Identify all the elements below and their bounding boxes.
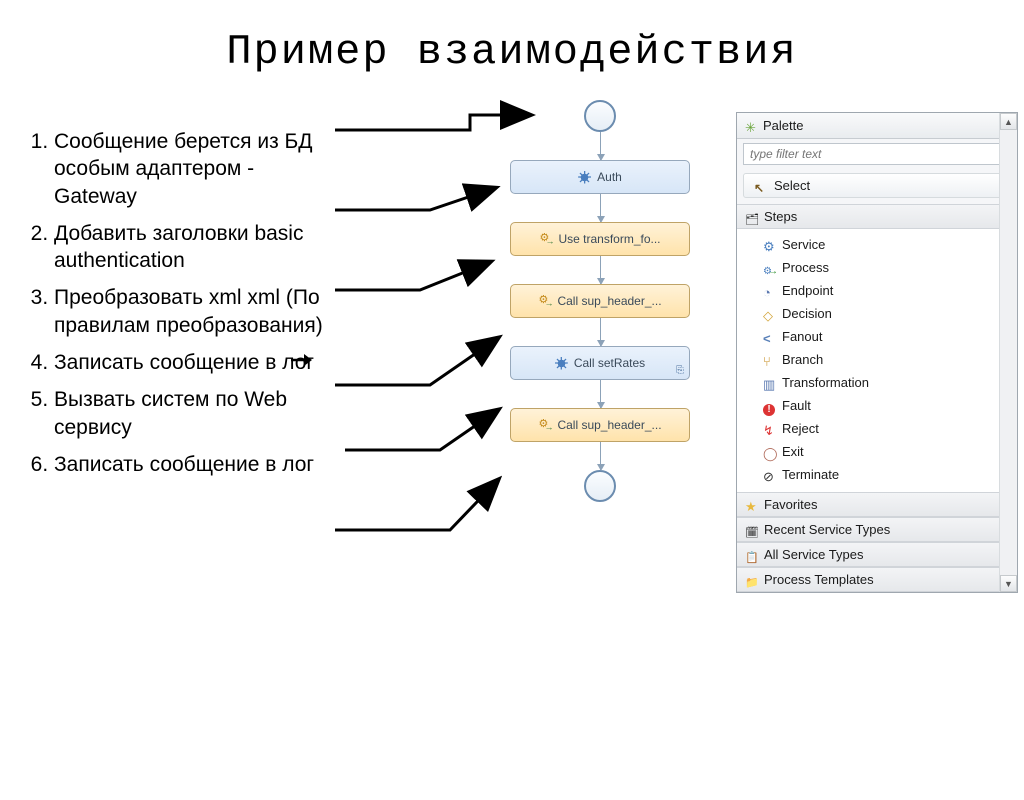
palette-item-label: Endpoint <box>782 283 833 298</box>
palette-item-label: Exit <box>782 444 804 459</box>
palette-item-label: Service <box>782 237 825 252</box>
list-item: Записать сообщение в лог <box>54 349 330 376</box>
list-item: Вызвать систем по Web сервису <box>54 386 330 441</box>
process-icon <box>763 262 775 274</box>
palette-drawer-label: All Service Types <box>764 547 863 562</box>
drawer-icon <box>745 211 757 223</box>
palette-item[interactable]: Transformation <box>737 371 1017 394</box>
list-item: Сообщение берется из БД особым адаптером… <box>54 128 330 210</box>
palette-item[interactable]: Reject <box>737 417 1017 440</box>
palette-item[interactable]: Decision <box>737 302 1017 325</box>
flow-node-label: Call sup_header_... <box>557 294 661 308</box>
section-label: Steps <box>764 209 797 224</box>
palette-item-label: Reject <box>782 421 819 436</box>
all-icon <box>745 549 757 561</box>
palette-drawer[interactable]: All Service Types <box>737 542 1017 567</box>
palette-drawer[interactable]: Recent Service Types <box>737 517 1017 542</box>
palette-item-label: Terminate <box>782 467 839 482</box>
palette-drawer[interactable]: Process Templates <box>737 567 1017 592</box>
flow-node[interactable]: Call sup_header_... <box>510 408 690 442</box>
flow-node-label: Call sup_header_... <box>557 418 661 432</box>
palette-panel: Palette ▷ Select Steps Service Process End… <box>736 112 1018 593</box>
palette-item[interactable]: Endpoint <box>737 279 1017 302</box>
palette-item[interactable]: Service <box>737 233 1017 256</box>
recent-icon <box>745 524 757 536</box>
palette-item[interactable]: Exit <box>737 440 1017 463</box>
branch-icon <box>763 354 775 366</box>
node-badge-icon: ⎘ <box>676 365 684 376</box>
palette-title: Palette <box>763 118 803 133</box>
process-icon <box>538 419 551 432</box>
reject-icon <box>763 423 775 435</box>
arrow-right-icon <box>290 352 312 368</box>
palette-item[interactable]: Fanout <box>737 325 1017 348</box>
flow-connector <box>600 318 601 346</box>
fault-icon <box>763 400 775 412</box>
process-icon <box>539 233 552 246</box>
palette-filter-input[interactable] <box>743 143 1011 165</box>
palette-drawer[interactable]: Favorites <box>737 492 1017 517</box>
palette-item[interactable]: Branch <box>737 348 1017 371</box>
gear-icon <box>555 357 568 370</box>
flow-connector <box>600 194 601 222</box>
palette-item[interactable]: Process <box>737 256 1017 279</box>
flow-node-label: Call setRates <box>574 356 645 370</box>
palette-item-label: Fanout <box>782 329 822 344</box>
list-item: Добавить заголовки basic authentication <box>54 220 330 275</box>
palette-item-label: Decision <box>782 306 832 321</box>
flow-node[interactable]: Call setRates ⎘ <box>510 346 690 380</box>
palette-select-tool[interactable]: Select <box>743 173 1011 198</box>
fanout-icon <box>763 331 775 343</box>
scroll-up-button[interactable]: ▲ <box>1000 113 1017 130</box>
palette-item-label: Fault <box>782 398 811 413</box>
palette-item[interactable]: Terminate <box>737 463 1017 486</box>
endpoint-icon <box>763 285 775 297</box>
palette-section-steps[interactable]: Steps <box>737 204 1017 229</box>
flow-connector <box>600 132 601 160</box>
palette-header[interactable]: Palette ▷ <box>737 113 1017 139</box>
palette-item-label: Transformation <box>782 375 869 390</box>
select-label: Select <box>774 178 810 193</box>
palette-icon <box>745 120 757 132</box>
transform-icon <box>763 377 775 389</box>
process-icon <box>538 295 551 308</box>
palette-item-label: Branch <box>782 352 823 367</box>
start-node[interactable] <box>584 100 616 132</box>
flow-node-label: Use transform_fo... <box>558 232 660 246</box>
scroll-down-button[interactable]: ▼ <box>1000 575 1017 592</box>
flow-connector <box>600 380 601 408</box>
palette-item[interactable]: Fault <box>737 394 1017 417</box>
flow-node[interactable]: Auth <box>510 160 690 194</box>
list-item: Записать сообщение в лог <box>54 451 330 478</box>
flow-connector <box>600 256 601 284</box>
palette-drawer-label: Recent Service Types <box>764 522 890 537</box>
list-item: Преобразовать xml xml (По правилам преоб… <box>54 284 330 339</box>
description-list: Сообщение берется из БД особым адаптером… <box>0 100 330 488</box>
templates-icon <box>745 574 757 586</box>
service-icon <box>763 239 775 251</box>
decision-icon <box>763 308 775 320</box>
palette-scrollbar[interactable]: ▲ ▼ <box>999 113 1017 592</box>
cursor-icon <box>754 180 766 192</box>
star-icon <box>745 499 757 511</box>
flow-connector <box>600 442 601 470</box>
exit-icon <box>763 446 775 458</box>
palette-item-label: Process <box>782 260 829 275</box>
slide-title: Пример взаимодействия <box>0 0 1024 100</box>
flow-node[interactable]: Call sup_header_... <box>510 284 690 318</box>
palette-drawer-label: Favorites <box>764 497 817 512</box>
palette-drawer-label: Process Templates <box>764 572 874 587</box>
end-node[interactable] <box>584 470 616 502</box>
gear-icon <box>578 171 591 184</box>
flow-node[interactable]: Use transform_fo... <box>510 222 690 256</box>
flow-node-label: Auth <box>597 170 622 184</box>
terminate-icon <box>763 469 775 481</box>
